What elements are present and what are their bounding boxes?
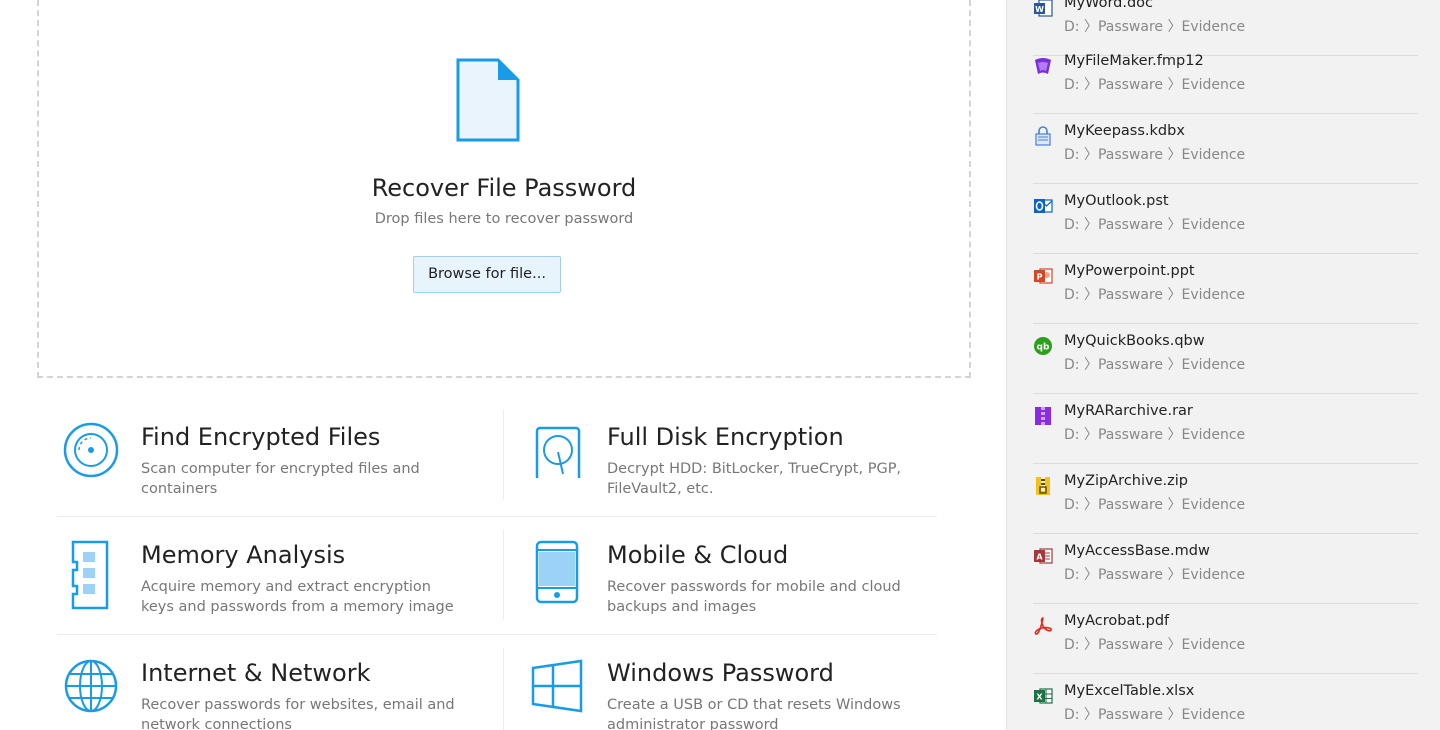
file-path: D: 〉Passware 〉Evidence bbox=[1064, 707, 1246, 723]
acrobat-icon bbox=[1034, 617, 1052, 635]
excel-icon: X bbox=[1034, 688, 1053, 704]
feature-description: Create a USB or CD that resets Windows a… bbox=[607, 697, 901, 730]
recent-file-item[interactable]: P MyPowerpoint.ppt D: 〉Passware 〉Evidenc… bbox=[1033, 254, 1418, 324]
feature-title: Memory Analysis bbox=[141, 541, 346, 569]
file-name: MyZipArchive.zip bbox=[1064, 473, 1188, 489]
file-path: D: 〉Passware 〉Evidence bbox=[1064, 19, 1246, 35]
file-name: MyAccessBase.mdw bbox=[1064, 543, 1210, 559]
file-path: D: 〉Passware 〉Evidence bbox=[1064, 217, 1246, 233]
drop-zone-subtitle: Drop files here to recover password bbox=[374, 211, 634, 227]
feature-find-encrypted-files[interactable]: Find Encrypted Files Scan computer for e… bbox=[37, 410, 503, 528]
feature-internet-and-network[interactable]: Internet & Network Recover passwords for… bbox=[37, 646, 503, 730]
recent-files-panel: W MyWord.doc D: 〉Passware 〉Evidence MyFi… bbox=[1006, 0, 1440, 730]
powerpoint-icon: P bbox=[1034, 268, 1053, 284]
globe-icon bbox=[64, 659, 118, 713]
file-path: D: 〉Passware 〉Evidence bbox=[1064, 497, 1246, 513]
svg-text:X: X bbox=[1036, 693, 1043, 702]
drop-zone-title: Recover File Password bbox=[371, 174, 637, 202]
file-name: MyOutlook.pst bbox=[1064, 193, 1169, 209]
recent-file-item[interactable]: MyOutlook.pst D: 〉Passware 〉Evidence bbox=[1033, 184, 1418, 254]
rar-icon bbox=[1035, 407, 1051, 425]
feature-full-disk-encryption[interactable]: Full Disk Encryption Decrypt HDD: BitLoc… bbox=[503, 410, 969, 528]
svg-text:P: P bbox=[1037, 273, 1043, 282]
filemaker-icon bbox=[1035, 58, 1051, 74]
svg-text:W: W bbox=[1035, 5, 1044, 14]
feature-title: Mobile & Cloud bbox=[607, 541, 789, 569]
recent-file-item[interactable]: X MyExcelTable.xlsx D: 〉Passware 〉Eviden… bbox=[1033, 674, 1418, 730]
file-name: MyRARarchive.rar bbox=[1064, 403, 1193, 419]
feature-description: Scan computer for encrypted files and co… bbox=[141, 461, 420, 497]
windows-logo-icon bbox=[531, 659, 583, 713]
feature-grid: Find Encrypted Files Scan computer for e… bbox=[37, 410, 971, 730]
file-name: MyAcrobat.pdf bbox=[1064, 613, 1170, 629]
zip-icon bbox=[1036, 477, 1050, 495]
feature-title: Internet & Network bbox=[141, 659, 371, 687]
recent-file-item[interactable]: A MyAccessBase.mdw D: 〉Passware 〉Evidenc… bbox=[1033, 534, 1418, 604]
memory-stick-icon bbox=[71, 540, 109, 610]
file-name: MyExcelTable.xlsx bbox=[1064, 683, 1195, 699]
feature-description: Acquire memory and extract encryption ke… bbox=[141, 579, 454, 615]
mobile-phone-icon bbox=[535, 540, 579, 604]
disc-icon bbox=[63, 422, 119, 478]
word-icon: W bbox=[1034, 0, 1053, 17]
recent-file-item[interactable]: MyKeepass.kdbx D: 〉Passware 〉Evidence bbox=[1033, 114, 1418, 184]
feature-description: Recover passwords for mobile and cloud b… bbox=[607, 579, 901, 615]
file-drop-zone[interactable]: Recover File Password Drop files here to… bbox=[37, 0, 971, 378]
recent-file-item[interactable]: MyRARarchive.rar D: 〉Passware 〉Evidence bbox=[1033, 394, 1418, 464]
file-path: D: 〉Passware 〉Evidence bbox=[1064, 357, 1246, 373]
hard-disk-icon bbox=[535, 426, 581, 478]
feature-title: Find Encrypted Files bbox=[141, 423, 381, 451]
file-path: D: 〉Passware 〉Evidence bbox=[1064, 637, 1246, 653]
file-name: MyPowerpoint.ppt bbox=[1064, 263, 1195, 279]
recent-file-item[interactable]: qb MyQuickBooks.qbw D: 〉Passware 〉Eviden… bbox=[1033, 324, 1418, 394]
recent-file-item[interactable]: MyAcrobat.pdf D: 〉Passware 〉Evidence bbox=[1033, 604, 1418, 674]
file-path: D: 〉Passware 〉Evidence bbox=[1064, 427, 1246, 443]
access-icon: A bbox=[1034, 548, 1053, 564]
svg-text:qb: qb bbox=[1037, 343, 1050, 353]
keepass-icon bbox=[1035, 126, 1051, 146]
feature-windows-password[interactable]: Windows Password Create a USB or CD that… bbox=[503, 646, 969, 730]
file-path: D: 〉Passware 〉Evidence bbox=[1064, 77, 1246, 93]
outlook-icon bbox=[1034, 199, 1053, 213]
file-icon bbox=[456, 58, 520, 142]
feature-description: Recover passwords for websites, email an… bbox=[141, 697, 455, 730]
file-path: D: 〉Passware 〉Evidence bbox=[1064, 567, 1246, 583]
file-name: MyKeepass.kdbx bbox=[1064, 123, 1185, 139]
file-path: D: 〉Passware 〉Evidence bbox=[1064, 287, 1246, 303]
recent-file-item[interactable]: MyZipArchive.zip D: 〉Passware 〉Evidence bbox=[1033, 464, 1418, 534]
svg-text:A: A bbox=[1036, 553, 1043, 562]
feature-description: Decrypt HDD: BitLocker, TrueCrypt, PGP, … bbox=[607, 461, 902, 497]
feature-title: Windows Password bbox=[607, 659, 834, 687]
feature-mobile-and-cloud[interactable]: Mobile & Cloud Recover passwords for mob… bbox=[503, 528, 969, 646]
file-name: MyFileMaker.fmp12 bbox=[1064, 53, 1204, 69]
file-path: D: 〉Passware 〉Evidence bbox=[1064, 147, 1246, 163]
browse-for-file-button[interactable]: Browse for file... bbox=[413, 256, 561, 293]
feature-title: Full Disk Encryption bbox=[607, 423, 844, 451]
quickbooks-icon: qb bbox=[1034, 337, 1052, 355]
file-name: MyWord.doc bbox=[1064, 0, 1154, 11]
file-name: MyQuickBooks.qbw bbox=[1064, 333, 1205, 349]
feature-memory-analysis[interactable]: Memory Analysis Acquire memory and extra… bbox=[37, 528, 503, 646]
recent-file-item[interactable]: MyFileMaker.fmp12 D: 〉Passware 〉Evidence bbox=[1033, 44, 1418, 114]
